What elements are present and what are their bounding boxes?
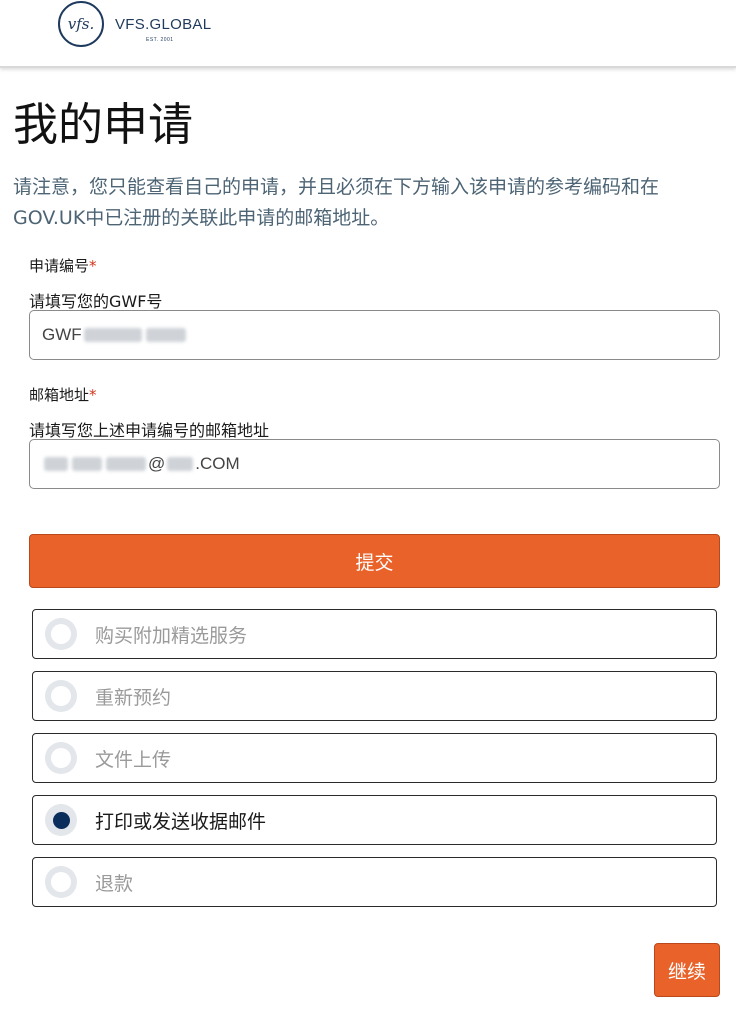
radio-unselected-icon[interactable] xyxy=(45,680,77,712)
page-title: 我的申请 xyxy=(13,98,194,151)
option-label: 重新预约 xyxy=(95,686,172,709)
option-label: 退款 xyxy=(95,872,134,895)
redacted-text xyxy=(44,457,68,471)
email-hint: 请填写您上述申请编号的邮箱地址 xyxy=(29,421,270,440)
email-at: @ xyxy=(148,454,166,473)
option-reschedule[interactable]: 重新预约 xyxy=(32,671,717,721)
option-premium-services[interactable]: 购买附加精选服务 xyxy=(32,609,717,659)
option-label: 打印或发送收据邮件 xyxy=(95,810,267,833)
radio-unselected-icon[interactable] xyxy=(45,742,77,774)
reference-input[interactable]: GWF xyxy=(29,310,720,360)
option-document-upload[interactable]: 文件上传 xyxy=(32,733,717,783)
reference-value: GWF xyxy=(42,325,82,344)
logo-text: VFS.GLOBAL xyxy=(115,16,212,33)
redacted-text xyxy=(72,457,102,471)
site-header: vfs. VFS.GLOBAL EST. 2001 xyxy=(0,0,736,68)
email-input[interactable]: @ .COM xyxy=(29,439,720,489)
radio-unselected-icon[interactable] xyxy=(45,618,77,650)
reference-hint: 请填写您的GWF号 xyxy=(29,292,163,311)
option-label: 购买附加精选服务 xyxy=(95,624,248,647)
radio-selected-icon[interactable] xyxy=(45,804,77,836)
redacted-text xyxy=(145,328,186,342)
continue-button[interactable]: 继续 xyxy=(654,943,720,997)
logo-mark: vfs. xyxy=(67,15,95,33)
redacted-text xyxy=(83,328,142,342)
option-print-receipt[interactable]: 打印或发送收据邮件 xyxy=(32,795,717,845)
redacted-text xyxy=(106,457,146,471)
notice-text: 请注意，您只能查看自己的申请，并且必须在下方输入该申请的参考编码和在GOV.UK… xyxy=(13,176,660,229)
redacted-text xyxy=(167,457,194,471)
email-suffix: .COM xyxy=(195,454,240,473)
email-label: 邮箱地址* xyxy=(29,386,97,404)
option-label: 文件上传 xyxy=(95,748,172,771)
radio-unselected-icon[interactable] xyxy=(45,866,77,898)
required-mark: * xyxy=(89,386,97,404)
required-mark: * xyxy=(89,257,97,275)
submit-button[interactable]: 提交 xyxy=(29,534,720,588)
vfs-logo-icon[interactable]: vfs. xyxy=(58,1,104,47)
logo-est: EST. 2001 xyxy=(146,37,174,43)
reference-label: 申请编号* xyxy=(29,257,97,275)
option-refund[interactable]: 退款 xyxy=(32,857,717,907)
